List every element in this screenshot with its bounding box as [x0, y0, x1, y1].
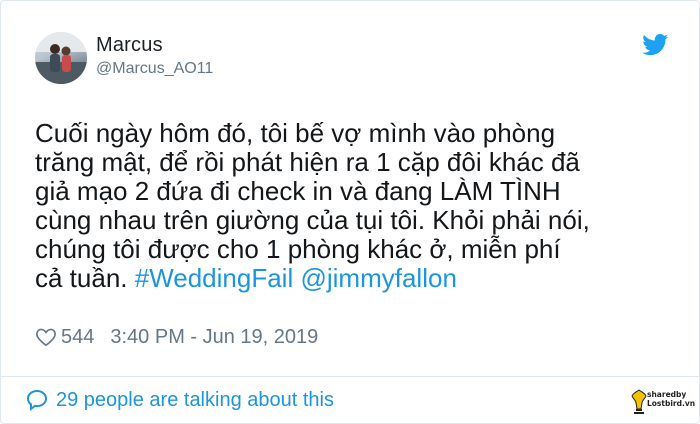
avatar[interactable]: [35, 32, 87, 84]
like-count: 544: [61, 325, 95, 348]
twitter-bird-icon[interactable]: [642, 34, 669, 56]
talking-about-link[interactable]: 29 people are talking about this: [25, 387, 334, 413]
avatar-image: [35, 32, 87, 84]
watermark: sharedby Lostbird.vn: [630, 387, 695, 417]
user-name[interactable]: Marcus: [96, 34, 163, 57]
lostbird-logo-icon: [631, 389, 647, 414]
watermark-text: sharedby Lostbird.vn: [647, 390, 696, 408]
tweet-meta: 544 3:40 PM - Jun 19, 2019: [35, 323, 318, 351]
hashtag-link[interactable]: #WeddingFail: [135, 263, 294, 293]
tweet-card: Marcus @Marcus_AO11 Cuối ngày hôm đó, tô…: [0, 0, 700, 424]
mention-link[interactable]: @jimmyfallon: [300, 263, 456, 293]
speech-bubble-icon: [26, 389, 48, 412]
heart-icon[interactable]: [35, 326, 57, 348]
watermark-line-2: Lostbird.vn: [647, 398, 696, 408]
divider: [1, 376, 700, 377]
tweet-text: Cuối ngày hôm đó, tôi bế vợ mình vào phò…: [35, 119, 665, 293]
talking-about-label: 29 people are talking about this: [56, 388, 334, 411]
user-handle[interactable]: @Marcus_AO11: [96, 60, 213, 78]
timestamp[interactable]: 3:40 PM - Jun 19, 2019: [110, 326, 318, 349]
